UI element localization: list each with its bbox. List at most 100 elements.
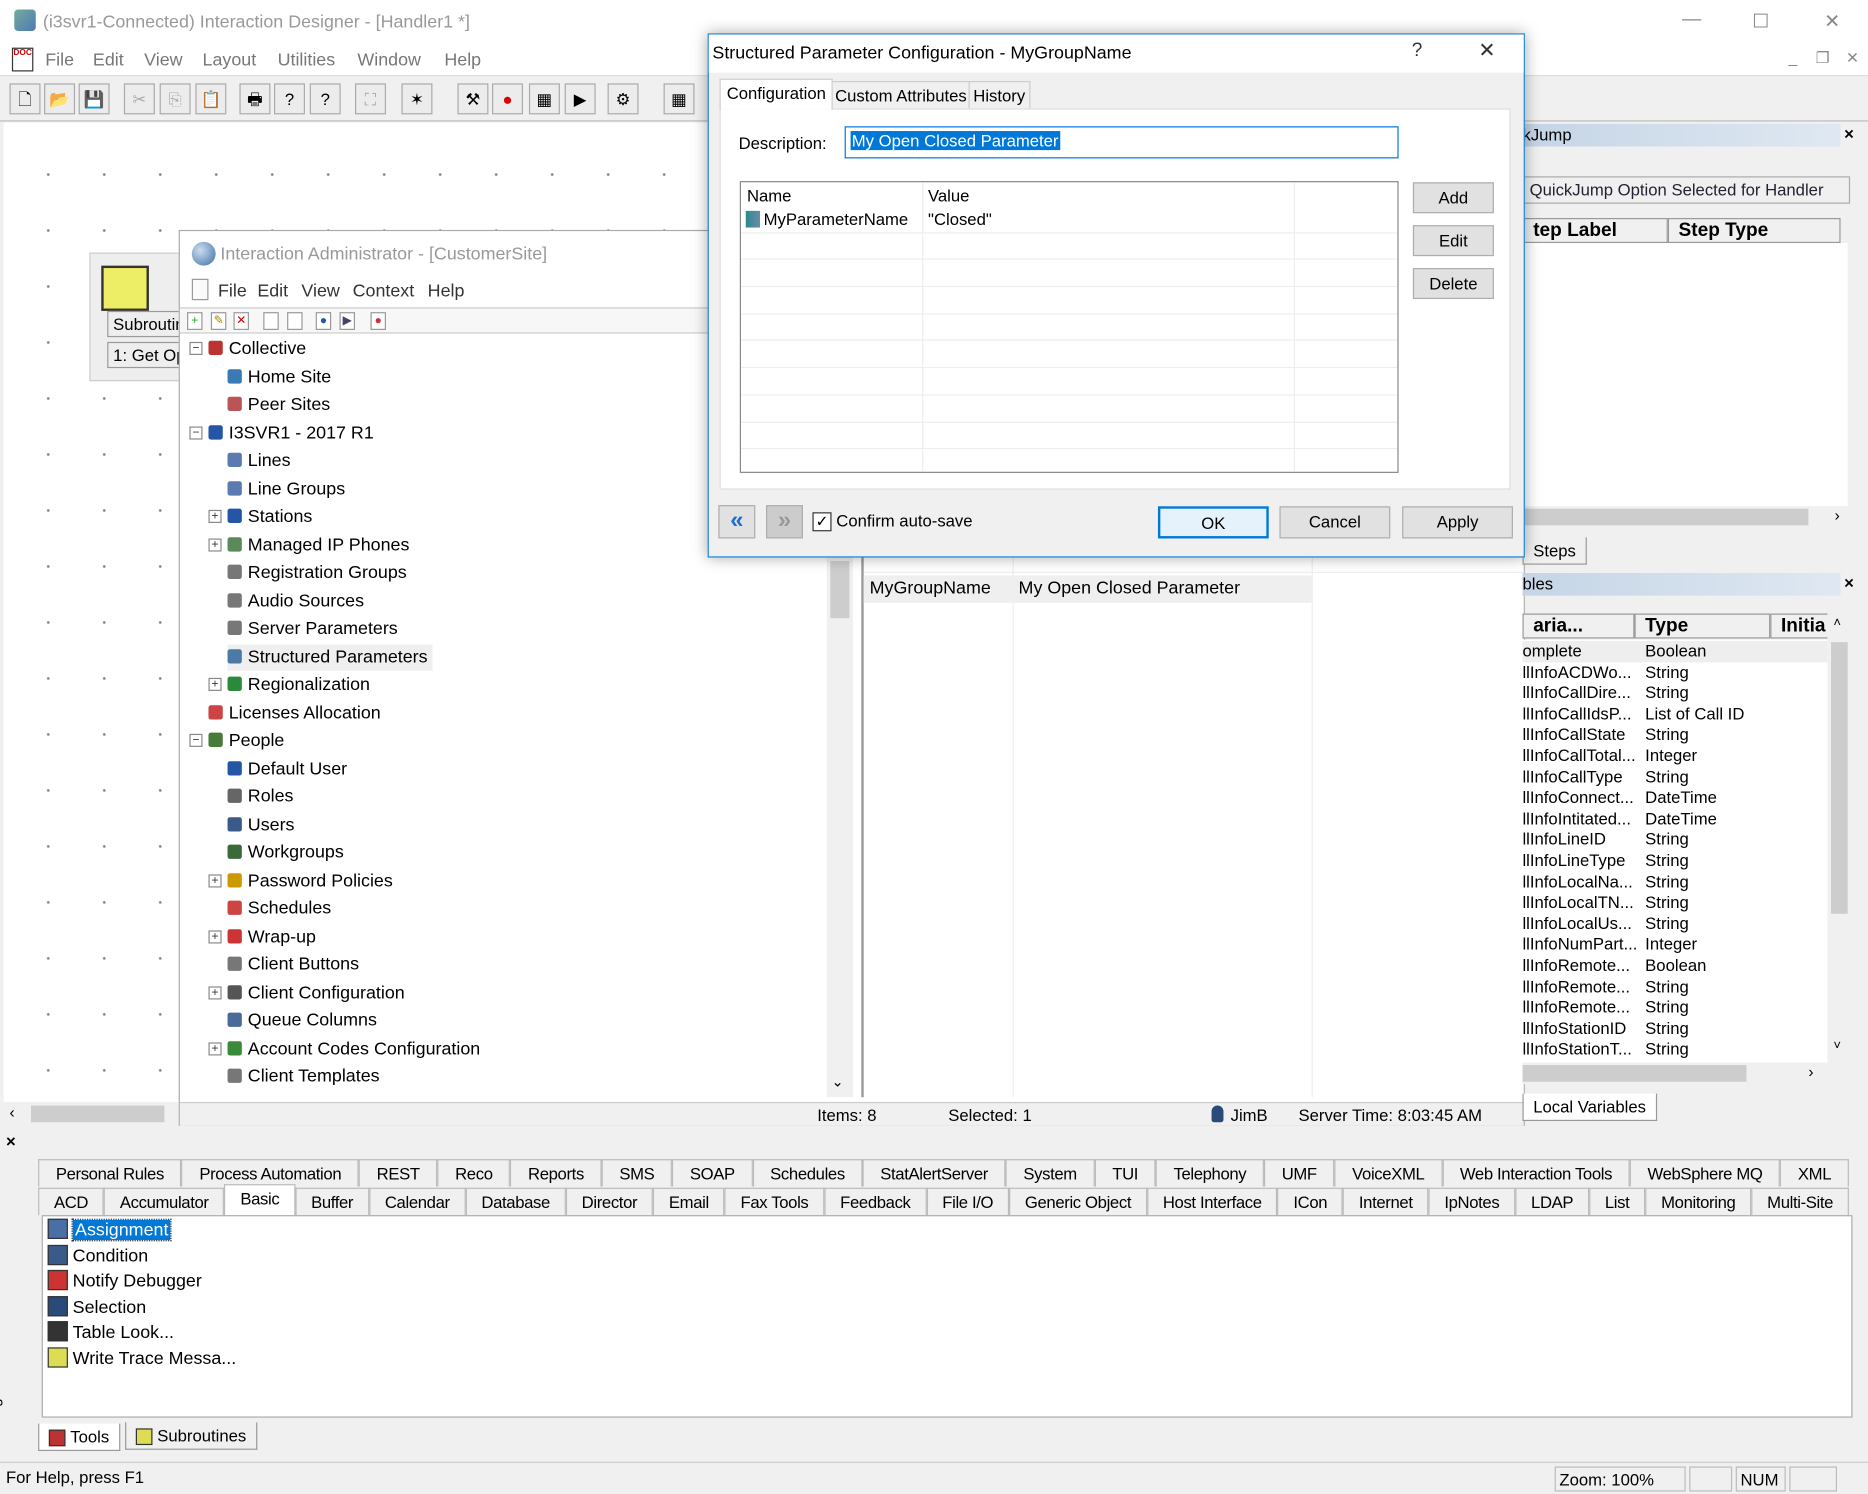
- column-initial[interactable]: Initia: [1770, 613, 1833, 639]
- copy-icon[interactable]: ⎘: [159, 83, 191, 115]
- help-icon[interactable]: ?: [273, 83, 305, 115]
- tree-item[interactable]: People: [208, 728, 284, 754]
- edit-button[interactable]: Edit: [1412, 225, 1494, 257]
- tool-tab[interactable]: Fax Tools: [724, 1187, 825, 1216]
- column-type[interactable]: Type: [1634, 613, 1771, 639]
- menu-utilities[interactable]: Utilities: [278, 50, 336, 70]
- tree-item[interactable]: Line Groups: [227, 476, 345, 502]
- tool-tab[interactable]: Reports: [510, 1159, 602, 1187]
- tree-item[interactable]: Regionalization: [227, 672, 370, 698]
- publish-icon[interactable]: ⛶: [355, 83, 386, 115]
- add-button[interactable]: Add: [1412, 182, 1494, 214]
- scroll-left-icon[interactable]: ‹: [10, 1103, 15, 1121]
- column-variable[interactable]: aria...: [1522, 613, 1635, 639]
- variable-row[interactable]: llInfoCallIdsP... List of Call ID: [1522, 704, 1827, 725]
- tool-tab[interactable]: Director: [565, 1187, 654, 1216]
- grid-row[interactable]: [740, 287, 1398, 315]
- column-name[interactable]: Name: [747, 182, 792, 208]
- tree-item[interactable]: Queue Columns: [227, 1008, 377, 1034]
- tool-tab[interactable]: SOAP: [672, 1159, 753, 1187]
- next-button[interactable]: »: [766, 505, 803, 539]
- canvas-hscrollbar[interactable]: ‹: [2, 1103, 179, 1125]
- tree-item[interactable]: Client Buttons: [227, 952, 359, 978]
- open-icon[interactable]: 📂: [44, 83, 76, 115]
- tree-item[interactable]: I3SVR1 - 2017 R1: [208, 420, 374, 446]
- tree-item[interactable]: Client Templates: [227, 1064, 380, 1090]
- save-icon[interactable]: 💾: [78, 83, 110, 115]
- tool-tab[interactable]: IpNotes: [1428, 1187, 1516, 1216]
- variable-row[interactable]: llInfoCallDire... String: [1522, 683, 1827, 704]
- tool-item[interactable]: Table Look...: [47, 1321, 174, 1346]
- column-step-type[interactable]: Step Type: [1667, 218, 1841, 244]
- menu-file[interactable]: File: [45, 50, 74, 70]
- variable-row[interactable]: llInfoStationT... String: [1522, 1039, 1827, 1060]
- delete-button[interactable]: Delete: [1412, 268, 1494, 300]
- paste-icon[interactable]: [287, 312, 303, 330]
- grid-row[interactable]: [741, 449, 1397, 471]
- subroutine-step[interactable]: Subroutin 1: Get Op: [89, 252, 184, 382]
- column-step-label[interactable]: tep Label: [1522, 218, 1668, 244]
- tool-tab[interactable]: List: [1589, 1187, 1646, 1216]
- expand-icon[interactable]: +: [208, 1041, 222, 1055]
- tool-item[interactable]: Write Trace Messa...: [47, 1346, 236, 1372]
- admin-menu-help[interactable]: Help: [428, 281, 465, 301]
- tool-tab[interactable]: Reco: [437, 1159, 511, 1187]
- variables-close-icon[interactable]: ×: [1844, 573, 1854, 592]
- tool-tab[interactable]: Accumulator: [103, 1187, 225, 1216]
- tool-tab[interactable]: Email: [653, 1187, 725, 1216]
- filter-icon[interactable]: ▶: [339, 312, 356, 330]
- tool-item[interactable]: Notify Debugger: [47, 1269, 202, 1295]
- tree-item[interactable]: Wrap-up: [227, 924, 316, 950]
- tool-tab[interactable]: VoiceXML: [1334, 1159, 1443, 1187]
- tool-tab[interactable]: XML: [1780, 1159, 1849, 1187]
- tree-item[interactable]: Roles: [227, 784, 293, 810]
- delete-icon[interactable]: ✕: [233, 312, 249, 330]
- confirm-autosave-checkbox[interactable]: ✓: [812, 512, 832, 532]
- steps-hscrollbar[interactable]: ›: [1522, 506, 1848, 528]
- tool-tab[interactable]: UMF: [1264, 1159, 1335, 1187]
- menu-edit[interactable]: Edit: [93, 50, 124, 70]
- maximize-button[interactable]: ☐: [1743, 10, 1779, 34]
- tree-item[interactable]: Server Parameters: [227, 616, 398, 642]
- scroll-thumb[interactable]: [1831, 642, 1848, 914]
- menu-window[interactable]: Window: [357, 50, 421, 70]
- tool-tab[interactable]: Multi-Site: [1751, 1187, 1849, 1216]
- context-help-icon[interactable]: ?: [309, 83, 341, 115]
- expand-icon[interactable]: +: [208, 509, 222, 523]
- variable-row[interactable]: llInfoStationID String: [1522, 1018, 1827, 1039]
- refresh-icon[interactable]: ●: [315, 312, 332, 330]
- tool-tab[interactable]: WebSphere MQ: [1629, 1159, 1781, 1187]
- quickjump-close-icon[interactable]: ×: [1844, 124, 1854, 143]
- tools-icon[interactable]: ⚒: [457, 83, 489, 115]
- expand-icon[interactable]: +: [208, 677, 222, 691]
- tree-item[interactable]: Password Policies: [227, 868, 393, 894]
- variable-row[interactable]: llInfoLineType String: [1522, 851, 1827, 872]
- grid-row[interactable]: [740, 260, 1398, 288]
- cancel-button[interactable]: Cancel: [1279, 506, 1391, 539]
- tree-item[interactable]: Managed IP Phones: [227, 532, 409, 558]
- minimize-button[interactable]: —: [1674, 10, 1710, 31]
- menu-help[interactable]: Help: [444, 50, 481, 70]
- variable-row[interactable]: llInfoCallTotal... Integer: [1522, 746, 1827, 767]
- tool-tab[interactable]: Basic: [224, 1184, 296, 1216]
- variable-row[interactable]: llInfoCallType String: [1522, 767, 1827, 788]
- tree-item[interactable]: Users: [227, 812, 294, 838]
- list-row[interactable]: MyGroupName My Open Closed Parameter: [863, 575, 1312, 603]
- collapse-icon[interactable]: −: [189, 733, 203, 747]
- scroll-down-icon[interactable]: ⌄: [832, 1073, 844, 1090]
- scroll-thumb[interactable]: [30, 1105, 165, 1123]
- grid-row[interactable]: [740, 395, 1398, 423]
- tool-tab[interactable]: REST: [358, 1159, 438, 1187]
- variable-row[interactable]: llInfoRemote... String: [1522, 976, 1827, 997]
- tool-tab[interactable]: Calendar: [369, 1187, 466, 1216]
- variable-row[interactable]: omplete Boolean: [1522, 640, 1828, 662]
- tool-tab[interactable]: SMS: [601, 1159, 673, 1187]
- menu-layout[interactable]: Layout: [203, 50, 257, 70]
- expand-icon[interactable]: +: [208, 929, 222, 943]
- tool-tab[interactable]: System: [1005, 1159, 1095, 1187]
- tool-tab[interactable]: Telephony: [1155, 1159, 1265, 1187]
- tree-item[interactable]: Peer Sites: [227, 392, 330, 418]
- tree-item[interactable]: Home Site: [227, 364, 331, 390]
- variables-vscrollbar[interactable]: ˄ ˅: [1827, 613, 1852, 1063]
- collapse-icon[interactable]: −: [189, 425, 203, 439]
